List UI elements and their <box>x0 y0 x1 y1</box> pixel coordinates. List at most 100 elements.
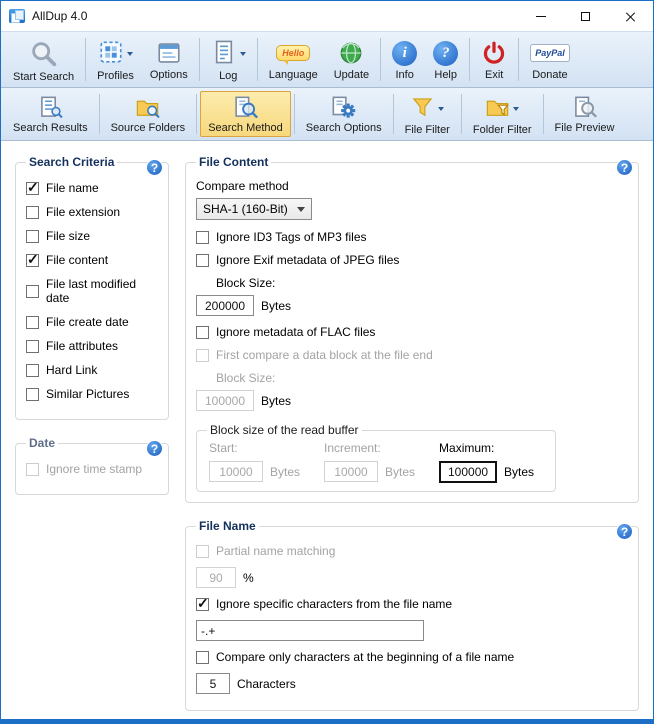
checkbox-label: File name <box>46 181 99 195</box>
checkbox-file-content[interactable]: File content <box>26 251 158 268</box>
toolbar-language[interactable]: Hello Language <box>261 35 326 84</box>
bytes-unit-label: Bytes <box>261 393 292 408</box>
toolbar-label: Log <box>219 70 238 82</box>
nav-search-method[interactable]: Search Method <box>200 91 291 137</box>
info-glyph: i <box>402 44 407 61</box>
checkbox-box[interactable] <box>196 253 209 267</box>
checkbox-box[interactable] <box>26 179 39 196</box>
help-icon[interactable]: ? <box>146 440 163 457</box>
file-name-group: File Name ? Partial name matching % Igno… <box>185 519 639 711</box>
checkbox-compare-beginning-characters[interactable]: Compare only characters at the beginning… <box>196 650 628 664</box>
toolbar-label: Help <box>434 69 457 81</box>
toolbar-label: Info <box>395 69 414 81</box>
read-buffer-group: Block size of the read buffer Start: Byt… <box>196 423 556 492</box>
block-size-input[interactable] <box>196 295 254 316</box>
checkbox-box[interactable] <box>26 251 39 268</box>
right-column: File Content ? Compare method SHA-1 (160… <box>185 155 639 719</box>
checkbox-box[interactable] <box>26 363 39 377</box>
compare-method-select[interactable]: SHA-1 (160-Bit) <box>196 198 312 220</box>
checkbox-ignore-specific-characters[interactable]: Ignore specific characters from the file… <box>196 595 628 612</box>
nav-label: File Preview <box>554 122 615 134</box>
checkbox-box[interactable] <box>26 315 39 329</box>
nav-search-results[interactable]: Search Results <box>5 91 96 137</box>
toolbar-profiles[interactable]: Profiles <box>89 35 142 84</box>
nav-folder-filter[interactable]: Folder Filter <box>465 91 540 137</box>
checkbox-similar-pictures[interactable]: Similar Pictures <box>26 387 158 401</box>
checkbox-ignore-time-stamp[interactable]: Ignore time stamp <box>26 462 158 476</box>
date-group: Date ? Ignore time stamp <box>15 436 169 495</box>
nav-file-preview[interactable]: File Preview <box>547 91 623 137</box>
maximize-button[interactable] <box>563 1 608 31</box>
checkbox-ignore-id3[interactable]: Ignore ID3 Tags of MP3 files <box>196 230 628 244</box>
checkbox-box[interactable] <box>26 284 39 298</box>
close-button[interactable] <box>608 1 653 31</box>
checkbox-box[interactable] <box>196 230 209 244</box>
checkbox-first-compare-end-block[interactable]: First compare a data block at the file e… <box>196 348 628 362</box>
checkbox-box[interactable] <box>196 325 209 339</box>
help-icon[interactable]: ? <box>616 159 633 176</box>
checkbox-box[interactable] <box>26 229 39 243</box>
bytes-unit-label: Bytes <box>261 298 292 313</box>
checkbox-label: Partial name matching <box>216 544 336 558</box>
main-toolbar: Start Search Profiles Options Log Hello … <box>1 31 653 88</box>
checkbox-ignore-flac[interactable]: Ignore metadata of FLAC files <box>196 325 628 339</box>
maximum-input[interactable] <box>439 461 498 483</box>
checkbox-file-create-date[interactable]: File create date <box>26 315 158 329</box>
checkbox-partial-name-matching[interactable]: Partial name matching <box>196 544 628 558</box>
end-block-size-label: Block Size: <box>216 371 276 385</box>
group-title: File Content <box>199 155 269 169</box>
increment-input[interactable] <box>324 461 379 482</box>
checkbox-file-last-modified-date[interactable]: File last modified date <box>26 277 158 305</box>
checkbox-label: Hard Link <box>46 363 98 377</box>
checkbox-box[interactable] <box>196 348 209 362</box>
toolbar-separator <box>196 94 198 134</box>
beginning-characters-input[interactable] <box>196 673 230 694</box>
checkbox-box[interactable] <box>196 650 209 664</box>
paypal-text: PayPal <box>535 48 565 58</box>
help-icon[interactable]: ? <box>146 159 163 176</box>
group-title: Search Criteria <box>29 155 115 169</box>
toolbar-log[interactable]: Log <box>203 35 254 84</box>
nav-file-filter[interactable]: File Filter <box>397 91 458 137</box>
checkbox-file-extension[interactable]: File extension <box>26 205 158 219</box>
checkbox-file-name[interactable]: File name <box>26 179 158 196</box>
checkbox-box[interactable] <box>26 462 39 476</box>
checkbox-box[interactable] <box>196 544 209 558</box>
toolbar-options[interactable]: Options <box>142 35 196 84</box>
nav-source-folders[interactable]: Source Folders <box>103 91 194 137</box>
checkbox-file-attributes[interactable]: File attributes <box>26 339 158 353</box>
checkbox-ignore-exif[interactable]: Ignore Exif metadata of JPEG files <box>196 253 628 267</box>
toolbar-start-search[interactable]: Start Search <box>5 35 82 84</box>
checkbox-box[interactable] <box>26 339 39 353</box>
partial-percent-input[interactable] <box>196 567 236 588</box>
toolbar-donate[interactable]: PayPal Donate <box>522 35 578 84</box>
start-input[interactable] <box>209 461 263 482</box>
read-buffer-title: Block size of the read buffer <box>210 423 359 437</box>
nav-label: Search Method <box>208 122 283 134</box>
toolbar-help[interactable]: ? Help <box>425 35 466 84</box>
buffer-increment-col: Increment: Bytes <box>324 439 415 483</box>
window-title: AllDup 4.0 <box>32 9 88 23</box>
checkbox-file-size[interactable]: File size <box>26 229 158 243</box>
toolbar-separator <box>98 94 100 134</box>
nav-search-options[interactable]: Search Options <box>298 91 390 137</box>
checkbox-hard-link[interactable]: Hard Link <box>26 363 158 377</box>
block-size-row: Bytes <box>196 295 628 316</box>
log-icon <box>211 39 237 68</box>
ignore-characters-input[interactable] <box>196 620 424 641</box>
toolbar-info[interactable]: i Info <box>384 35 425 84</box>
toolbar-update[interactable]: Update <box>326 35 377 84</box>
help-icon[interactable]: ? <box>616 523 633 540</box>
checkbox-box[interactable] <box>26 387 39 401</box>
source-folders-icon <box>135 95 160 120</box>
language-icon: Hello <box>276 39 311 67</box>
checkbox-label: File size <box>46 229 91 243</box>
toolbar-separator <box>518 38 520 81</box>
checkbox-box[interactable] <box>26 205 39 219</box>
toolbar-exit[interactable]: Exit <box>473 35 515 84</box>
end-block-size-input[interactable] <box>196 390 254 411</box>
minimize-button[interactable] <box>518 1 563 31</box>
app-icon <box>9 9 25 23</box>
checkbox-box[interactable] <box>196 595 209 612</box>
update-globe-icon <box>338 39 364 67</box>
